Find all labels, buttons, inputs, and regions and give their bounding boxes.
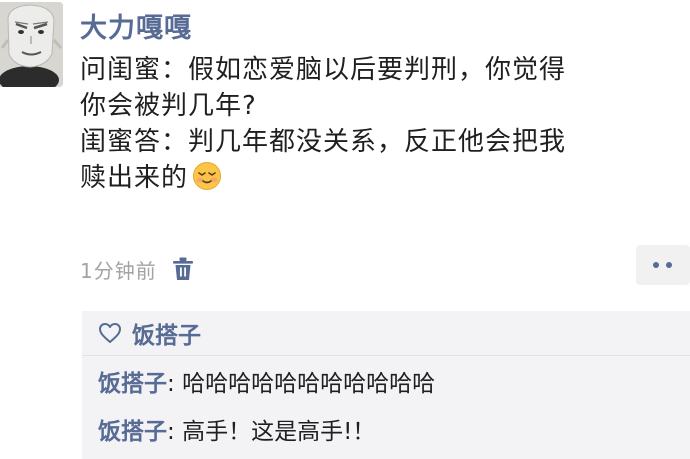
comment-item[interactable]: 饭搭子: 高手！这是高手!！ [98, 417, 375, 447]
more-dot-icon [666, 262, 672, 268]
comment-author[interactable]: 饭搭子 [98, 419, 167, 445]
trash-icon[interactable] [171, 256, 195, 282]
comment-text: 高手！这是高手!！ [182, 419, 376, 445]
comment-text: 哈哈哈哈哈哈哈哈哈哈哈 [182, 371, 436, 397]
post-time: 1分钟前 [80, 258, 157, 283]
comment-author[interactable]: 饭搭子 [98, 371, 167, 397]
post-line: 问闺蜜：假如恋爱脑以后要判刑，你觉得 [80, 55, 567, 85]
moment-post: 大力嘎嘎 问闺蜜：假如恋爱脑以后要判刑，你觉得 你会被判几年? 闺蜜答：判几年都… [0, 0, 690, 459]
post-line-text: 赎出来的 [80, 163, 189, 193]
likes-row: 饭搭子 [82, 311, 690, 356]
post-line-last: 赎出来的 [80, 160, 670, 196]
comment-item[interactable]: 饭搭子: 哈哈哈哈哈哈哈哈哈哈哈 [98, 369, 435, 399]
comment-separator: : [167, 419, 175, 445]
more-dot-icon [653, 262, 659, 268]
author-name[interactable]: 大力嘎嘎 [80, 6, 192, 45]
smiling-face-emoji-icon [192, 161, 222, 191]
like-user-name[interactable]: 饭搭子 [132, 316, 201, 350]
post-content: 问闺蜜：假如恋爱脑以后要判刑，你觉得 你会被判几年? 闺蜜答：判几年都没关系，反… [80, 52, 670, 196]
heart-icon [98, 322, 122, 344]
post-line: 闺蜜答：判几年都没关系，反正他会把我 [80, 127, 567, 157]
avatar[interactable] [0, 2, 63, 87]
post-meta: 1分钟前 [80, 253, 195, 285]
more-actions-button[interactable] [636, 245, 690, 285]
post-line: 你会被判几年? [80, 91, 257, 121]
comments-area: 饭搭子 饭搭子: 哈哈哈哈哈哈哈哈哈哈哈 饭搭子: 高手！这是高手!！ [82, 311, 690, 459]
comment-separator: : [167, 371, 175, 397]
